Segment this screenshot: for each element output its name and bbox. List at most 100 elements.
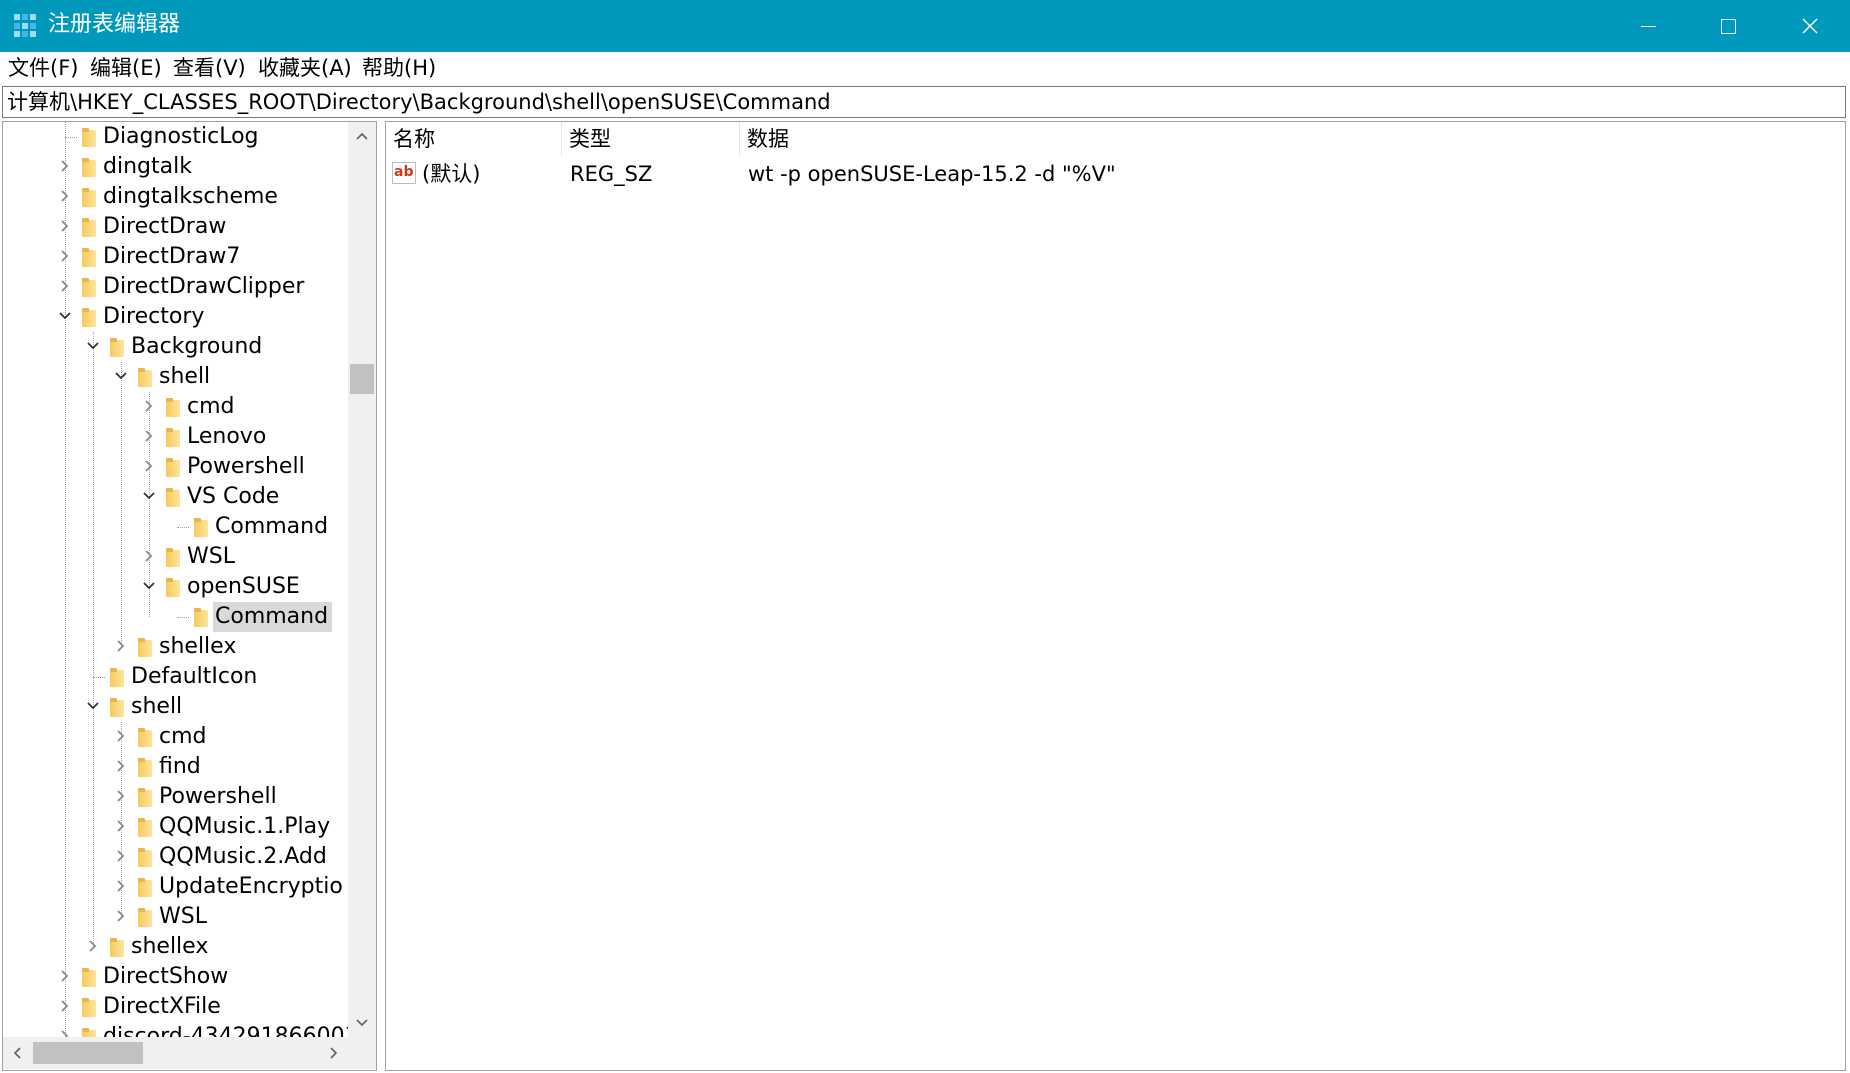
menu-favorites[interactable]: 收藏夹(A) <box>258 55 352 82</box>
tree-node-label[interactable]: QQMusic.1.Play <box>157 812 334 842</box>
scroll-up-button[interactable] <box>348 122 376 150</box>
tree-node[interactable]: DefaultIcon <box>3 662 348 692</box>
tree-expand-toggle[interactable] <box>141 458 157 474</box>
tree-collapse-toggle[interactable] <box>85 698 101 714</box>
tree-node-label[interactable]: DirectShow <box>101 962 232 992</box>
tree-horizontal-scrollbar[interactable] <box>3 1037 348 1069</box>
tree-expand-toggle[interactable] <box>113 728 129 744</box>
tree-node[interactable]: DiagnosticLog <box>3 122 348 152</box>
tree-node-label[interactable]: Command <box>213 602 333 632</box>
tree-node[interactable]: DirectDrawClipper <box>3 272 348 302</box>
tree-expand-toggle[interactable] <box>57 278 73 294</box>
tree-collapse-toggle[interactable] <box>57 308 73 324</box>
tree-node-label[interactable]: WSL <box>157 902 211 932</box>
tree-expand-toggle[interactable] <box>113 758 129 774</box>
tree-node-label[interactable]: discord-434291866003 <box>101 1022 348 1037</box>
tree-node[interactable]: shellex <box>3 632 348 662</box>
tree-node-label[interactable]: shell <box>157 362 214 392</box>
tree-node[interactable]: WSL <box>3 542 348 572</box>
tree-node-label[interactable]: shellex <box>129 932 212 962</box>
tree-collapse-toggle[interactable] <box>141 578 157 594</box>
tree-node[interactable]: WSL <box>3 902 348 932</box>
tree-node[interactable]: QQMusic.2.Add <box>3 842 348 872</box>
tree-expand-toggle[interactable] <box>57 188 73 204</box>
scroll-down-button[interactable] <box>348 1009 376 1037</box>
tree-node[interactable]: discord-434291866003 <box>3 1022 348 1037</box>
horizontal-scroll-thumb[interactable] <box>33 1042 143 1064</box>
tree-node[interactable]: dingtalk <box>3 152 348 182</box>
tree-node-label[interactable]: DirectDrawClipper <box>101 272 308 302</box>
tree-expand-toggle[interactable] <box>113 818 129 834</box>
tree-node-label[interactable]: find <box>157 752 205 782</box>
tree-node-label[interactable]: openSUSE <box>185 572 304 602</box>
tree-collapse-toggle[interactable] <box>141 488 157 504</box>
tree-node[interactable]: cmd <box>3 392 348 422</box>
tree-expand-toggle[interactable] <box>113 788 129 804</box>
key-tree-pane[interactable]: DiagnosticLog dingtalk dingtalkscheme Direc… <box>2 121 377 1071</box>
tree-node[interactable]: dingtalkscheme <box>3 182 348 212</box>
tree-expand-toggle[interactable] <box>57 968 73 984</box>
tree-node[interactable]: Directory <box>3 302 348 332</box>
tree-node-label[interactable]: VS Code <box>185 482 283 512</box>
tree-node[interactable]: shellex <box>3 932 348 962</box>
close-button[interactable] <box>1770 0 1850 52</box>
menu-help[interactable]: 帮助(H) <box>362 55 436 82</box>
tree-node-label[interactable]: DiagnosticLog <box>101 122 263 152</box>
tree-node[interactable]: find <box>3 752 348 782</box>
scroll-right-button[interactable] <box>318 1037 348 1069</box>
menu-file[interactable]: 文件(F) <box>8 55 78 82</box>
column-header-name[interactable]: 名称 <box>386 122 562 156</box>
tree-node-label[interactable]: cmd <box>185 392 239 422</box>
tree-node[interactable]: DirectDraw <box>3 212 348 242</box>
tree-node-label[interactable]: Directory <box>101 302 208 332</box>
tree-expand-toggle[interactable] <box>85 938 101 954</box>
maximize-button[interactable] <box>1688 0 1768 52</box>
tree-expand-toggle[interactable] <box>113 878 129 894</box>
tree-expand-toggle[interactable] <box>57 998 73 1014</box>
tree-node-label[interactable]: Lenovo <box>185 422 270 452</box>
menu-view[interactable]: 查看(V) <box>173 55 246 82</box>
column-header-data[interactable]: 数据 <box>740 122 1845 156</box>
tree-node[interactable]: UpdateEncryptio <box>3 872 348 902</box>
tree-node[interactable]: DirectXFile <box>3 992 348 1022</box>
tree-node-label[interactable]: UpdateEncryptio <box>157 872 347 902</box>
tree-node-label[interactable]: cmd <box>157 722 211 752</box>
tree-node[interactable]: Powershell <box>3 452 348 482</box>
tree-vertical-scrollbar[interactable] <box>348 122 376 1037</box>
tree-expand-toggle[interactable] <box>113 908 129 924</box>
tree-node[interactable]: cmd <box>3 722 348 752</box>
tree-node[interactable]: Powershell <box>3 782 348 812</box>
tree-node[interactable]: Background <box>3 332 348 362</box>
tree-expand-toggle[interactable] <box>113 638 129 654</box>
tree-node-label[interactable]: shellex <box>157 632 240 662</box>
tree-node-label[interactable]: dingtalkscheme <box>101 182 282 212</box>
tree-node-label[interactable]: WSL <box>185 542 239 572</box>
tree-node[interactable]: shell <box>3 692 348 722</box>
tree-collapse-toggle[interactable] <box>85 338 101 354</box>
tree-node-label[interactable]: Powershell <box>157 782 281 812</box>
tree-node[interactable]: shell <box>3 362 348 392</box>
title-bar[interactable]: 注册表编辑器 <box>0 0 1850 52</box>
values-list-pane[interactable]: 名称 类型 数据 ab (默认) REG_SZ wt -p openSUSE-L… <box>385 121 1846 1071</box>
tree-expand-toggle[interactable] <box>57 1028 73 1037</box>
tree-collapse-toggle[interactable] <box>113 368 129 384</box>
tree-node[interactable]: QQMusic.1.Play <box>3 812 348 842</box>
menu-edit[interactable]: 编辑(E) <box>90 55 162 82</box>
tree-node[interactable]: DirectShow <box>3 962 348 992</box>
tree-node[interactable]: Command <box>3 512 348 542</box>
tree-expand-toggle[interactable] <box>141 398 157 414</box>
tree-expand-toggle[interactable] <box>57 218 73 234</box>
tree-node-label[interactable]: DirectXFile <box>101 992 225 1022</box>
address-bar[interactable]: 计算机\HKEY_CLASSES_ROOT\Directory\Backgrou… <box>2 86 1846 118</box>
tree-node-label[interactable]: Background <box>129 332 266 362</box>
tree-node-label[interactable]: shell <box>129 692 186 722</box>
tree-expand-toggle[interactable] <box>113 848 129 864</box>
tree-expand-toggle[interactable] <box>141 428 157 444</box>
scroll-left-button[interactable] <box>3 1037 33 1069</box>
tree-node-label[interactable]: dingtalk <box>101 152 196 182</box>
vertical-scroll-thumb[interactable] <box>350 364 374 394</box>
tree-expand-toggle[interactable] <box>57 158 73 174</box>
value-row[interactable]: ab (默认) REG_SZ wt -p openSUSE-Leap-15.2 … <box>386 158 1386 190</box>
tree-node-label[interactable]: DefaultIcon <box>129 662 261 692</box>
tree-node-label[interactable]: Command <box>213 512 332 542</box>
